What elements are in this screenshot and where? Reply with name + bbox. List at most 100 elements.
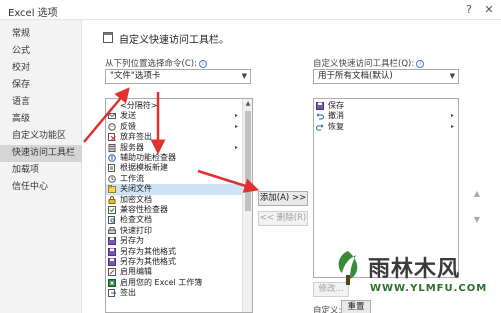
list-item-label: 根据模板新建 [120, 163, 168, 173]
scroll-thumb[interactable] [245, 111, 251, 211]
commands-scrollbar[interactable]: ▲ [242, 99, 252, 312]
undo-icon [316, 113, 324, 120]
page-title: 自定义快速访问工具栏。 [119, 35, 229, 46]
toolbar-icon [103, 32, 113, 43]
list-item-label: <分隔符> [120, 101, 158, 110]
submenu-arrow-icon: ▸ [234, 112, 238, 120]
list-item[interactable]: 保存 [314, 101, 458, 111]
list-item-label: 加密文档 [120, 194, 152, 204]
watermark-url: WWW.YLMFU.COM [370, 283, 488, 294]
choose-commands-value: "文件"选项卡 [110, 71, 161, 81]
list-item[interactable]: 放弃签出 [106, 132, 242, 142]
sidebar-item-label: 保存 [12, 80, 31, 90]
accessibility-checker-icon [108, 154, 116, 162]
info-icon: i [198, 59, 207, 68]
customize-toolbar-value: 用于所有文档(默认) [318, 71, 393, 81]
discard-checkout-icon [108, 133, 116, 142]
sidebar-item-general[interactable]: 常规 [0, 26, 82, 43]
sidebar-item-advanced[interactable]: 高级 [0, 111, 82, 128]
list-item[interactable]: <分隔符> [106, 101, 242, 111]
info-icon: i [416, 59, 425, 68]
compatibility-checker-icon [108, 206, 116, 214]
chevron-down-icon: ▼ [241, 72, 247, 80]
list-item-label: 另存为 [120, 236, 144, 246]
list-item[interactable]: 启用编辑 [106, 267, 242, 277]
sidebar-item-addins[interactable]: 加载项 [0, 162, 82, 179]
list-item[interactable]: 反馈 ▸ [106, 122, 242, 132]
title-bar: Excel 选项 ? ✕ [0, 0, 501, 20]
scroll-up-icon[interactable]: ▲ [243, 99, 252, 109]
list-item[interactable]: 撤消 ▸ [314, 111, 458, 121]
list-item-label: 启用您的 Excel 工作簿 [120, 277, 203, 287]
list-item-label: 反馈 [120, 121, 136, 131]
customize-toolbar-text: 自定义快速访问工具栏(Q): [313, 59, 415, 69]
sidebar-item-label: 高级 [12, 114, 31, 124]
submenu-arrow-icon: ▸ [234, 122, 238, 130]
submenu-arrow-icon: ▸ [450, 122, 454, 130]
sidebar-item-save[interactable]: 保存 [0, 77, 82, 94]
close-button[interactable]: ✕ [481, 2, 497, 18]
list-item-label: 发送 [120, 111, 136, 121]
sidebar-item-label: 快速访问工具栏 [12, 148, 76, 158]
close-file-icon [108, 185, 116, 194]
remove-button[interactable]: << 删除(R) [258, 211, 308, 226]
list-item[interactable]: 启用您的 Excel 工作簿 [106, 278, 242, 288]
list-item-label: 服务器 [120, 142, 144, 152]
list-item[interactable]: 工作流 [106, 174, 242, 184]
window-title: Excel 选项 [8, 8, 58, 19]
customize-toolbar-label: 自定义快速访问工具栏(Q): i [313, 57, 425, 69]
sidebar-item-proofing[interactable]: 校对 [0, 60, 82, 77]
list-item-label: 保存 [328, 101, 344, 110]
enable-editing-icon [108, 268, 116, 277]
list-item[interactable]: 兼容性检查器 [106, 205, 242, 215]
list-item[interactable]: 根据模板新建 [106, 163, 242, 173]
watermark-title: 雨林木风 [368, 257, 461, 282]
sidebar-item-label: 公式 [12, 46, 31, 56]
choose-commands-text: 从下列位置选择命令(C): [105, 59, 197, 69]
list-item-label: 另存为其他格式 [120, 246, 176, 256]
watermark: 雨林木风 WWW.YLMFU.COM [330, 243, 501, 313]
list-item[interactable]: 恢复 ▸ [314, 122, 458, 132]
save-as-other-format-icon [108, 258, 116, 266]
list-item[interactable]: 另存为其他格式 [106, 247, 242, 257]
list-item-label: 检查文档 [120, 215, 152, 225]
list-item-label: 恢复 [328, 121, 344, 131]
list-item[interactable]: 发送 ▸ [106, 111, 242, 121]
sidebar-item-language[interactable]: 语言 [0, 94, 82, 111]
list-item[interactable]: 辅助功能检查器 [106, 153, 242, 163]
save-as-icon [108, 237, 116, 246]
list-item-label: 兼容性检查器 [120, 205, 168, 214]
list-item[interactable]: 服务器 ▸ [106, 143, 242, 153]
list-item[interactable]: 检查文档 [106, 215, 242, 225]
sidebar-item-quick-access-toolbar[interactable]: 快速访问工具栏 [0, 145, 82, 162]
sidebar-item-trust-center[interactable]: 信任中心 [0, 179, 82, 196]
sidebar-item-label: 自定义功能区 [12, 131, 67, 141]
list-item[interactable]: 关闭文件 [106, 184, 242, 195]
list-item[interactable]: 另存为 [106, 236, 242, 246]
list-item-label: 工作流 [120, 173, 144, 183]
help-button[interactable]: ? [461, 2, 477, 18]
choose-commands-select[interactable]: "文件"选项卡 ▼ [105, 69, 251, 84]
save-as-other-format-icon [108, 247, 116, 256]
move-down-icon[interactable]: ▼ [471, 214, 483, 226]
redo-icon [316, 123, 324, 131]
move-up-icon[interactable]: ▲ [471, 188, 483, 200]
list-item[interactable]: 快速打印 [106, 226, 242, 236]
customize-toolbar-select[interactable]: 用于所有文档(默认) ▼ [313, 69, 459, 84]
list-item[interactable]: 签出 [106, 288, 242, 298]
list-item-label: 撤消 [328, 111, 344, 121]
sidebar-item-customize-ribbon[interactable]: 自定义功能区 [0, 128, 82, 145]
list-item[interactable]: 另存为其他格式 [106, 257, 242, 267]
list-item-label: 启用编辑 [120, 267, 152, 277]
quick-print-icon [108, 226, 116, 234]
commands-listbox[interactable]: <分隔符> 发送 ▸ 反馈 ▸ 放弃签出 服务器 ▸ 辅助功能检查器 根据模板新建 工… [105, 98, 253, 313]
choose-commands-label: 从下列位置选择命令(C): i [105, 57, 207, 69]
list-item[interactable]: 加密文档 [106, 195, 242, 205]
add-button[interactable]: 添加(A) >> [258, 191, 308, 206]
inspect-document-icon [108, 216, 115, 225]
sidebar-item-label: 加载项 [12, 165, 40, 175]
excel-workbook-icon [108, 278, 116, 287]
list-item-label: 关闭文件 [120, 184, 152, 194]
list-item-label: 签出 [120, 288, 136, 298]
sidebar-item-formulas[interactable]: 公式 [0, 43, 82, 60]
